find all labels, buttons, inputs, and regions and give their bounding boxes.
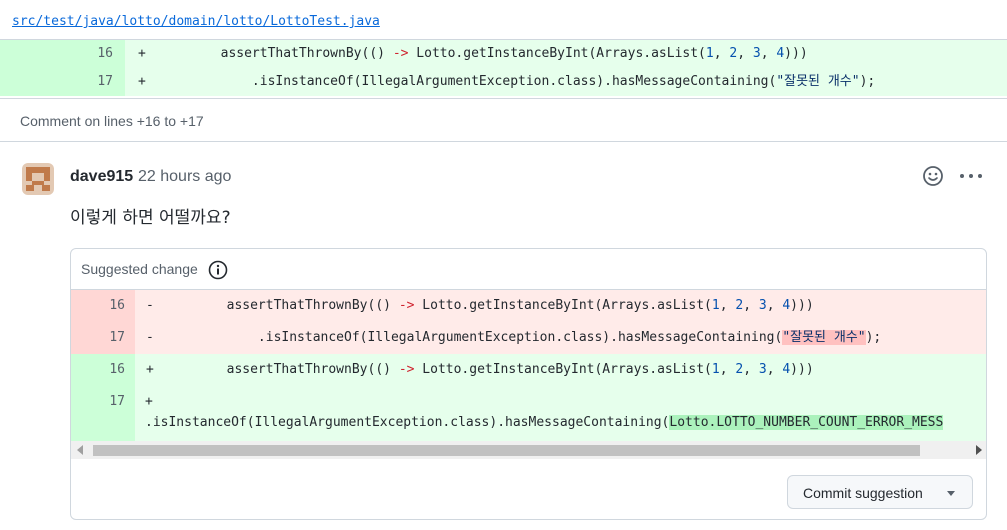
diff-marker: -: [146, 330, 154, 345]
comment-author[interactable]: dave915: [70, 168, 133, 186]
kebab-horizontal-icon[interactable]: [958, 165, 984, 187]
scroll-left-icon[interactable]: [77, 445, 83, 455]
diff-marker: +: [146, 362, 154, 377]
line-number: 17: [71, 386, 135, 441]
info-icon[interactable]: [208, 260, 228, 280]
suggested-change-header: Suggested change: [71, 249, 986, 290]
code-line: assertThatThrownBy(() -> Lotto.getInstan…: [164, 362, 814, 377]
file-path-link[interactable]: src/test/java/lotto/domain/lotto/LottoTe…: [12, 14, 380, 29]
file-header: src/test/java/lotto/domain/lotto/LottoTe…: [0, 0, 1007, 40]
comment-timestamp[interactable]: 22 hours ago: [138, 168, 231, 186]
commit-suggestion-button[interactable]: Commit suggestion: [787, 475, 973, 509]
line-number: 17: [71, 322, 135, 354]
diff-row-added: 17 + .isInstanceOf(IllegalArgumentExcept…: [0, 68, 1007, 96]
suggestion-row-added: 17 + .isInstanceOf(IllegalArgumentExcept…: [71, 386, 986, 441]
horizontal-scrollbar[interactable]: [71, 441, 986, 459]
scrollbar-thumb[interactable]: [93, 445, 920, 456]
code-line: .isInstanceOf(IllegalArgumentException.c…: [145, 415, 944, 430]
comment-body: 이렇게 하면 어떨까요?: [70, 208, 231, 228]
suggested-constant: Lotto.LOTTO_NUMBER_COUNT_ERROR_MESS: [669, 415, 944, 430]
commit-suggestion-label: Commit suggestion: [803, 485, 923, 501]
code-line: .isInstanceOf(IllegalArgumentException.c…: [158, 74, 876, 89]
diff-marker: +: [138, 46, 146, 61]
triangle-down-icon: [947, 491, 955, 496]
avatar[interactable]: [22, 163, 54, 195]
diff-marker: -: [146, 298, 154, 313]
line-number: 16: [71, 290, 135, 322]
code-line: .isInstanceOf(IllegalArgumentException.c…: [164, 330, 882, 345]
line-number[interactable]: 16: [0, 40, 125, 68]
smiley-icon[interactable]: [922, 165, 944, 187]
suggestion-row-deleted: 17 - .isInstanceOf(IllegalArgumentExcept…: [71, 322, 986, 354]
suggestion-row-added: 16 + assertThatThrownBy(() -> Lotto.getI…: [71, 354, 986, 386]
code-line: assertThatThrownBy(() -> Lotto.getInstan…: [164, 298, 814, 313]
suggestion-row-deleted: 16 - assertThatThrownBy(() -> Lotto.getI…: [71, 290, 986, 322]
suggested-change-box: Suggested change 16 - assertThatThrownBy…: [70, 248, 987, 520]
line-number[interactable]: 17: [0, 68, 125, 96]
line-number: 16: [71, 354, 135, 386]
diff-marker: +: [138, 74, 146, 89]
scroll-right-icon[interactable]: [976, 445, 982, 455]
code-line: assertThatThrownBy(() -> Lotto.getInstan…: [158, 46, 808, 61]
diff-row-added: 16 + assertThatThrownBy(() -> Lotto.getI…: [0, 40, 1007, 68]
suggested-change-title: Suggested change: [81, 261, 198, 277]
comment-on-lines: Comment on lines +16 to +17: [0, 98, 1007, 142]
